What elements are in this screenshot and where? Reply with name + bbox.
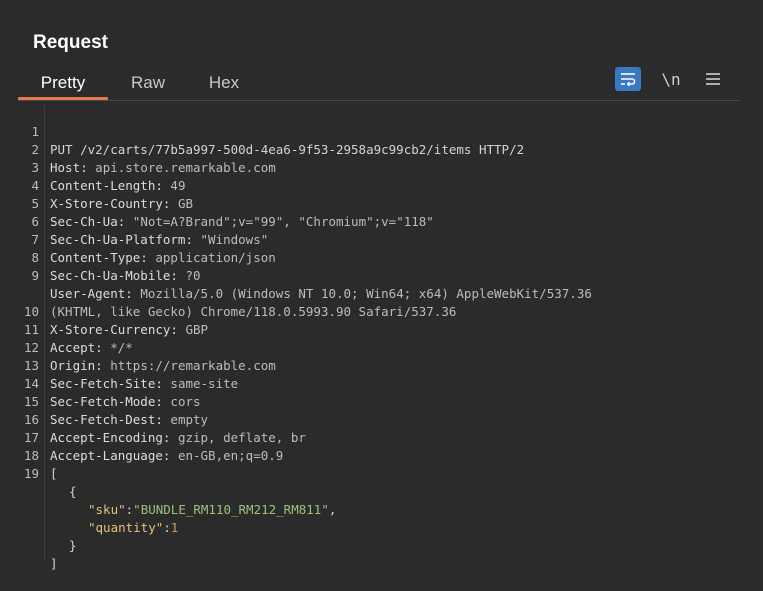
code-line: 14 Sec-Fetch-Mode: cors: [18, 357, 201, 409]
code-line: 3 Content-Length: 49: [18, 141, 185, 193]
code-line: 16 Accept-Encoding: gzip, deflate, br: [18, 393, 306, 445]
header-name: Sec-Ch-Ua:: [50, 214, 126, 229]
header-name: Sec-Fetch-Dest:: [50, 412, 163, 427]
tab-hex[interactable]: Hex: [198, 68, 250, 98]
panel-title: Request: [33, 32, 108, 53]
header-name: Sec-Fetch-Mode:: [50, 394, 163, 409]
code-line: 10 X-Store-Currency: GBP: [18, 285, 208, 337]
header-name: Sec-Fetch-Site:: [50, 376, 163, 391]
code-line: 11 Accept: */*: [18, 303, 133, 355]
header-line: Sec-Ch-Ua: "Not=A?Brand";v="99", "Chromi…: [50, 213, 434, 231]
header-value: same-site: [170, 376, 239, 391]
header-value: Mozilla/5.0 (Windows NT 10.0; Win64; x64…: [140, 286, 592, 301]
header-name: Accept-Language:: [50, 448, 171, 463]
code-line: 6 Sec-Ch-Ua-Platform: "Windows": [18, 195, 268, 247]
header-line: User-Agent: Mozilla/5.0 (Windows NT 10.0…: [50, 285, 592, 303]
request-editor[interactable]: 1 PUT /v2/carts/77b5a997-500d-4ea6-9f53-…: [18, 105, 738, 575]
options-menu-button[interactable]: [700, 67, 726, 91]
code-line: 4 X-Store-Country: GB: [18, 159, 193, 211]
header-line: Accept-Language: en-GB,en;q=0.9: [50, 447, 283, 465]
header-value: "Not=A?Brand";v="99", "Chromium";v="118": [132, 214, 434, 229]
code-line-wrapped: (KHTML, like Gecko) Chrome/118.0.5993.90…: [18, 267, 456, 319]
header-value: ?0: [185, 268, 201, 283]
json-pair: "quantity":1: [88, 520, 179, 535]
hamburger-menu-icon: [706, 73, 720, 85]
wrap-lines-icon: [621, 73, 636, 86]
header-value: en-GB,en;q=0.9: [177, 448, 284, 463]
header-line: Accept: */*: [50, 339, 133, 357]
tabs-divider: [18, 100, 740, 101]
header-value: 49: [170, 178, 186, 193]
header-line: Sec-Fetch-Mode: cors: [50, 393, 201, 411]
header-line: Sec-Fetch-Dest: empty: [50, 411, 208, 429]
header-name: User-Agent:: [50, 286, 133, 301]
header-name: Accept:: [50, 340, 103, 355]
json-line: }: [18, 519, 77, 553]
header-name: Sec-Ch-Ua-Mobile:: [50, 268, 178, 283]
json-line: {: [18, 465, 77, 499]
header-line: Origin: https://remarkable.com: [50, 357, 276, 375]
code-line: 7 Content-Type: application/json: [18, 213, 275, 265]
json-close-array: ]: [50, 556, 58, 571]
header-name: Accept-Encoding:: [50, 430, 171, 445]
json-open-array: [: [50, 466, 58, 481]
header-line: Host: api.store.remarkable.com: [50, 159, 276, 177]
header-name: X-Store-Currency:: [50, 322, 178, 337]
code-line: 1 PUT /v2/carts/77b5a997-500d-4ea6-9f53-…: [18, 105, 524, 157]
header-value: api.store.remarkable.com: [95, 160, 276, 175]
code-line: 15 Sec-Fetch-Dest: empty: [18, 375, 208, 427]
header-value: "Windows": [200, 232, 269, 247]
json-number-value: 1: [170, 520, 179, 535]
header-value: GB: [177, 196, 194, 211]
code-line: 13 Sec-Fetch-Site: same-site: [18, 339, 238, 391]
code-line: 5 Sec-Ch-Ua: "Not=A?Brand";v="99", "Chro…: [18, 177, 433, 229]
header-value: empty: [170, 412, 209, 427]
header-value: cors: [170, 394, 201, 409]
json-open-object: {: [69, 484, 77, 499]
wrap-lines-button[interactable]: [615, 67, 641, 91]
code-line: 18: [18, 429, 48, 463]
show-newlines-button[interactable]: \n: [658, 67, 684, 91]
tab-pretty[interactable]: Pretty: [18, 68, 108, 100]
header-line: Sec-Ch-Ua-Platform: "Windows": [50, 231, 268, 249]
header-name: Content-Length:: [50, 178, 163, 193]
header-line: Content-Length: 49: [50, 177, 185, 195]
tab-raw[interactable]: Raw: [122, 68, 174, 98]
json-key: "sku": [88, 502, 126, 517]
header-value: https://remarkable.com: [110, 358, 276, 373]
header-name: Content-Type:: [50, 250, 148, 265]
header-value: application/json: [155, 250, 276, 265]
code-line: 8 Sec-Ch-Ua-Mobile: ?0: [18, 231, 200, 283]
json-line: "sku":"BUNDLE_RM110_RM212_RM811",: [18, 483, 336, 517]
header-line: X-Store-Currency: GBP: [50, 321, 208, 339]
code-line: 12 Origin: https://remarkable.com: [18, 321, 276, 373]
header-line-continuation: (KHTML, like Gecko) Chrome/118.0.5993.90…: [50, 303, 456, 321]
json-pair: "sku":"BUNDLE_RM110_RM212_RM811",: [88, 502, 337, 517]
header-value: */*: [110, 340, 133, 355]
json-close-object: }: [69, 538, 77, 553]
header-line: Sec-Fetch-Site: same-site: [50, 375, 238, 393]
header-name: Host:: [50, 160, 88, 175]
code-line: 2 Host: api.store.remarkable.com: [18, 123, 275, 175]
header-name: X-Store-Country:: [50, 196, 171, 211]
code-line: 9 User-Agent: Mozilla/5.0 (Windows NT 10…: [18, 249, 591, 301]
header-value: GBP: [185, 322, 209, 337]
header-value: (KHTML, like Gecko) Chrome/118.0.5993.90…: [50, 304, 457, 319]
json-line: "quantity":1: [18, 501, 178, 535]
header-name: Sec-Ch-Ua-Platform:: [50, 232, 193, 247]
request-line: PUT /v2/carts/77b5a997-500d-4ea6-9f53-29…: [50, 142, 525, 157]
header-line: Accept-Encoding: gzip, deflate, br: [50, 429, 306, 447]
json-line: ]: [18, 537, 58, 571]
json-line: [: [18, 447, 58, 481]
header-value: gzip, deflate, br: [177, 430, 306, 445]
header-line: Content-Type: application/json: [50, 249, 276, 267]
header-line: X-Store-Country: GB: [50, 195, 193, 213]
json-key: "quantity": [88, 520, 164, 535]
code-line: 17 Accept-Language: en-GB,en;q=0.9: [18, 411, 283, 463]
header-line: Sec-Ch-Ua-Mobile: ?0: [50, 267, 201, 285]
json-string-value: "BUNDLE_RM110_RM212_RM811": [133, 502, 329, 517]
header-name: Origin:: [50, 358, 103, 373]
